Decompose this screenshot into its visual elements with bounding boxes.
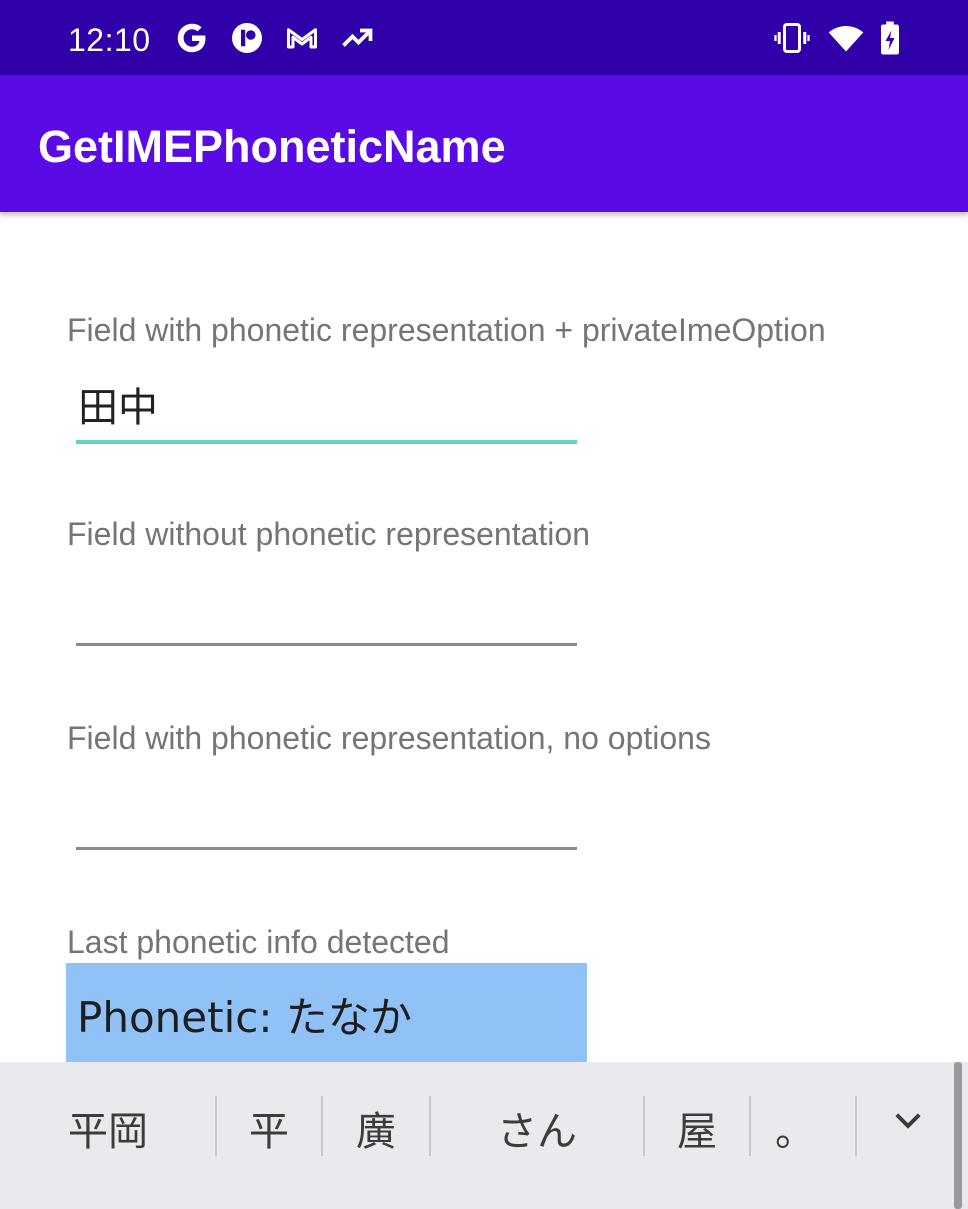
r-app-icon (232, 23, 262, 53)
candidate-1[interactable]: 平岡 (40, 1102, 176, 1162)
candidate-4[interactable]: さん (431, 1102, 643, 1162)
app-title: GetIMEPhoneticName (38, 121, 506, 172)
phonetic-result-text: Phonetic: たなか (77, 993, 412, 1042)
phonetic-no-options-input-underline (76, 847, 577, 850)
field-label-private-ime: Field with phonetic representation + pri… (67, 312, 826, 348)
phonetic-result-box: Phonetic: たなか (66, 963, 587, 1062)
status-bar: 12:10 (0, 0, 968, 75)
field-label-no-phonetic: Field without phonetic representation (67, 516, 590, 552)
app-bar: GetIMEPhoneticName (0, 75, 968, 212)
wifi-icon (828, 26, 864, 52)
ime-candidate-bar: 平岡 平 廣 さん 屋 。 (0, 1062, 968, 1209)
candidate-2[interactable]: 平 (217, 1102, 321, 1162)
chevron-down-icon[interactable] (890, 1102, 926, 1138)
no-phonetic-input-underline (76, 643, 577, 646)
candidate-6[interactable]: 。 (751, 1102, 849, 1162)
candidate-3[interactable]: 廣 (323, 1102, 429, 1162)
phonetic-no-options-input[interactable] (76, 786, 579, 846)
candidate-divider (855, 1096, 857, 1156)
no-phonetic-input[interactable] (76, 582, 579, 642)
trending-icon (342, 28, 373, 47)
field-label-phonetic-no-options: Field with phonetic representation, no o… (67, 720, 711, 756)
gmail-icon (287, 28, 317, 49)
battery-charging-icon (881, 21, 899, 55)
result-label: Last phonetic info detected (67, 924, 450, 960)
scrollbar[interactable] (954, 1062, 962, 1209)
private-ime-input[interactable]: 田中 (76, 378, 579, 438)
google-icon (177, 23, 206, 53)
status-time: 12:10 (68, 22, 151, 58)
candidate-5[interactable]: 屋 (645, 1102, 749, 1162)
private-ime-input-underline (76, 440, 577, 444)
vibrate-icon (774, 23, 810, 53)
